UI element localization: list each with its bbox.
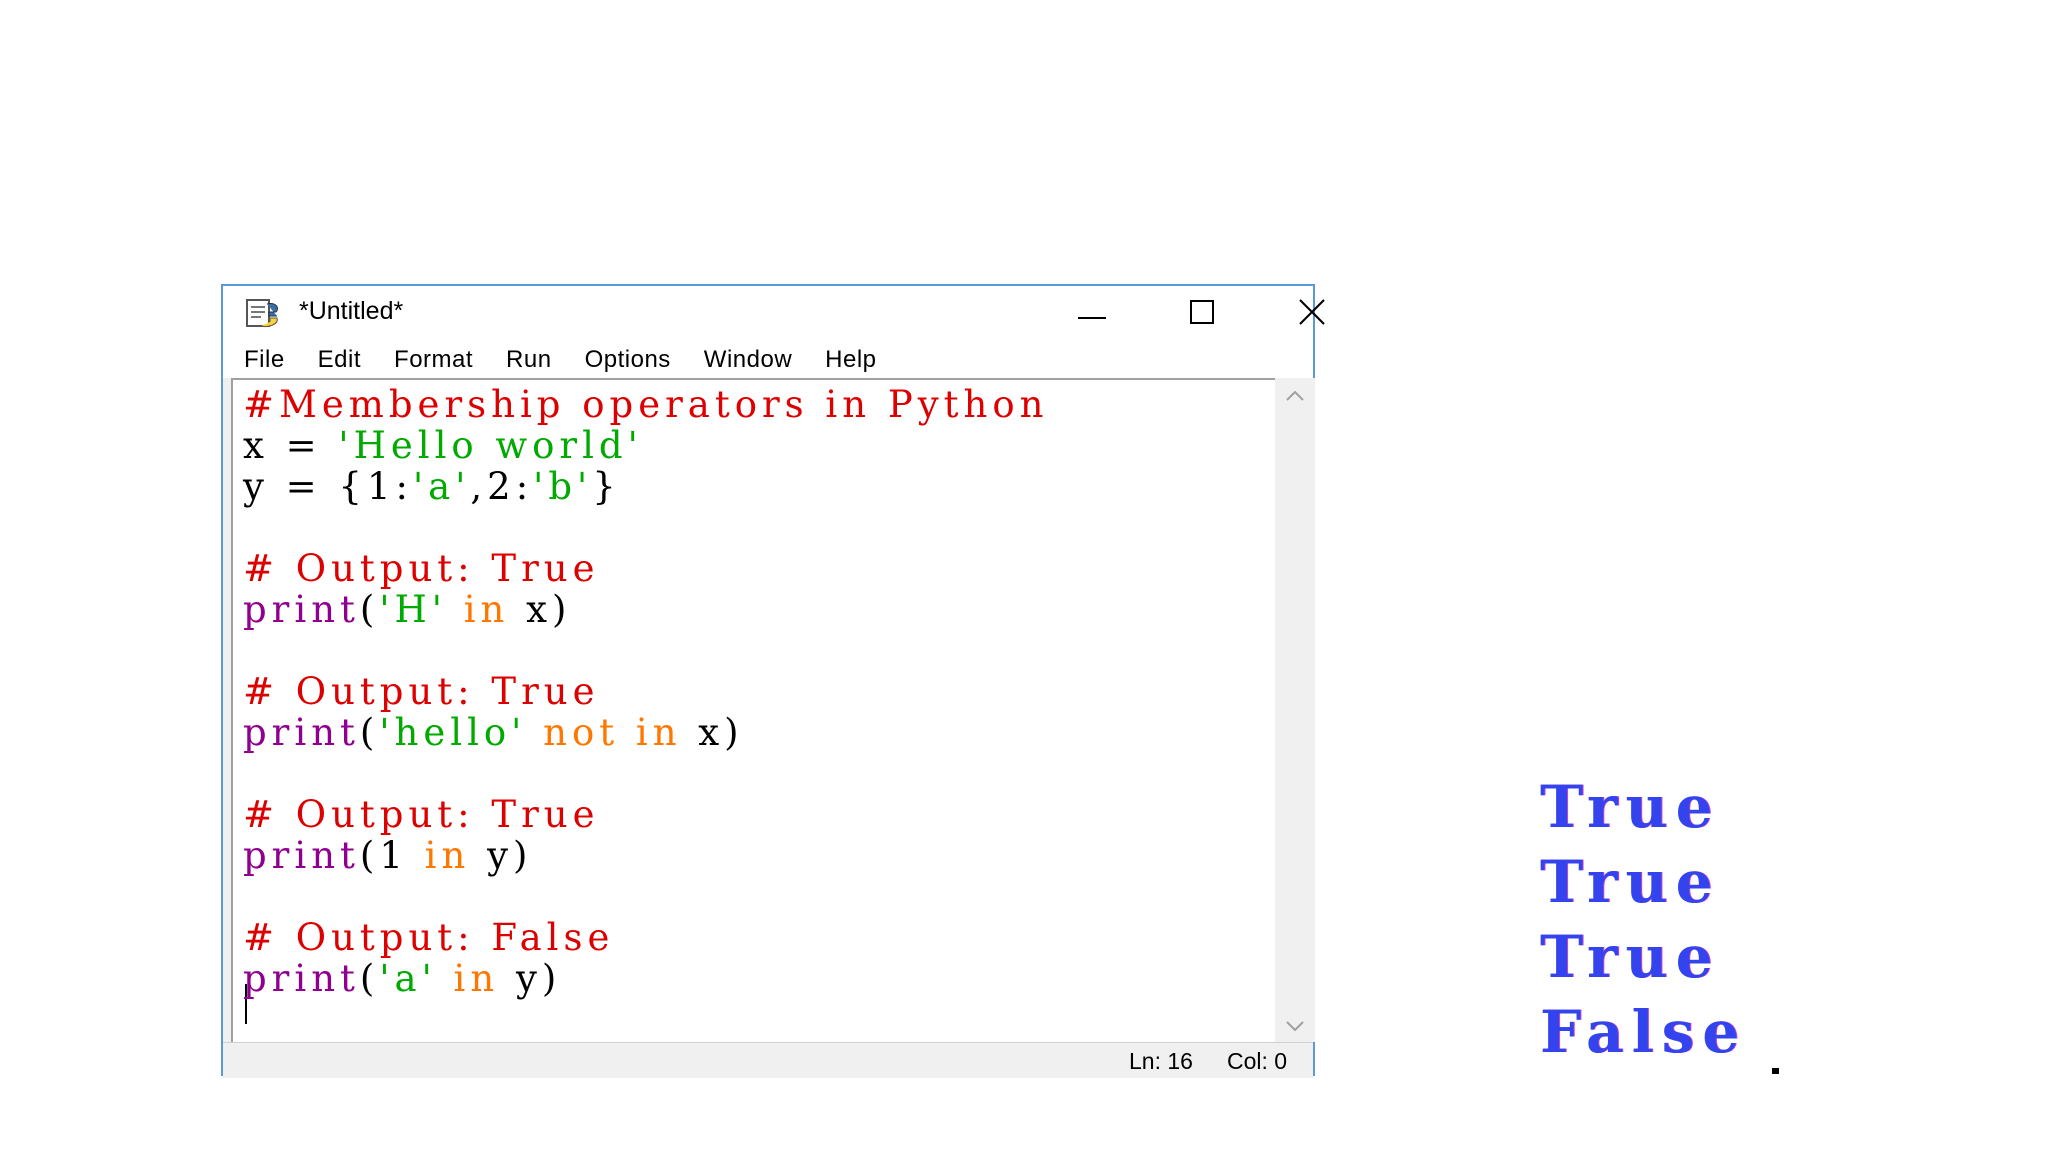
output-line: True: [1540, 923, 1721, 991]
window-title: *Untitled*: [299, 297, 404, 325]
title-bar[interactable]: *Untitled*: [223, 286, 1325, 342]
code-token-string: 'b': [533, 465, 593, 508]
code-line: # Output: True: [243, 671, 600, 712]
output-line: True: [1540, 848, 1721, 916]
close-button[interactable]: [1257, 286, 1367, 342]
code-line: # Output: True: [243, 794, 600, 835]
code-token-comment: #Membership operators in Python: [243, 383, 1049, 426]
code-token-keyword: not: [543, 711, 620, 754]
menu-run[interactable]: Run: [506, 346, 552, 374]
code-token-plain: y): [470, 834, 533, 877]
chevron-up-icon: [1286, 386, 1304, 405]
menu-file[interactable]: File: [244, 346, 285, 374]
close-icon: [1299, 299, 1325, 329]
maximize-button[interactable]: [1147, 286, 1257, 342]
idle-editor-window: *Untitled* File Edit Format Run Options: [221, 284, 1325, 1078]
column-number-status: Col: 0: [1227, 1048, 1288, 1074]
code-token-builtin: print: [243, 588, 360, 631]
code-line: # Output: False: [243, 917, 614, 958]
code-token-string: 'a': [412, 465, 471, 508]
scroll-down-button[interactable]: [1275, 1008, 1315, 1042]
menu-format[interactable]: Format: [394, 346, 473, 374]
minimize-button[interactable]: [1037, 286, 1147, 342]
menu-window[interactable]: Window: [704, 346, 792, 374]
maximize-icon: [1190, 300, 1214, 328]
code-token-string: 'a': [379, 957, 437, 1000]
menu-help[interactable]: Help: [825, 346, 876, 374]
code-token-comment: # Output: True: [243, 793, 600, 836]
code-token-keyword: in: [463, 588, 510, 631]
code-token-string: 'H': [379, 588, 447, 631]
code-token-plain: x =: [243, 424, 339, 467]
status-bar: Ln: 16 Col: 0: [223, 1042, 1313, 1078]
menu-bar: File Edit Format Run Options Window Help: [223, 342, 1313, 378]
code-line: print('a' in y): [243, 958, 561, 999]
idle-python-file-icon: [243, 296, 283, 330]
code-token-plain: x): [509, 588, 572, 631]
scroll-up-button[interactable]: [1275, 378, 1315, 412]
code-line: y = {1:'a',2:'b'}: [243, 466, 621, 507]
shell-cursor-mark: [1772, 1068, 1779, 1074]
code-token-keyword: in: [424, 834, 471, 877]
output-line: False: [1540, 998, 1748, 1066]
code-line: print(1 in y): [243, 835, 532, 876]
code-token-builtin: print: [243, 834, 360, 877]
code-token-string: 'Hello world': [338, 424, 643, 467]
code-token-plain: x): [681, 711, 744, 754]
code-token-comment: # Output: True: [243, 670, 600, 713]
code-token-plain: (1: [359, 834, 425, 877]
code-line: # Output: True: [243, 548, 600, 589]
code-token-plain: (: [359, 588, 380, 631]
code-token-plain: y = {1:: [243, 465, 413, 508]
code-line: print('H' in x): [243, 589, 571, 630]
menu-edit[interactable]: Edit: [318, 346, 361, 374]
code-token-builtin: print: [243, 957, 360, 1000]
code-token-plain: ,2:: [470, 465, 534, 508]
code-line: x = 'Hello world': [243, 425, 643, 466]
line-number-status: Ln: 16: [1129, 1048, 1193, 1074]
code-token-plain: (: [359, 957, 380, 1000]
program-output: True True True False: [1540, 770, 1747, 1070]
vertical-scrollbar[interactable]: [1275, 378, 1315, 1042]
code-line: #Membership operators in Python: [243, 384, 1048, 425]
code-token-plain: (: [359, 711, 380, 754]
code-editor[interactable]: #Membership operators in Python x = 'Hell…: [231, 378, 1275, 1042]
code-token-keyword: in: [453, 957, 500, 1000]
code-line: print('hello' not in x): [243, 712, 744, 753]
menu-options[interactable]: Options: [585, 346, 671, 374]
code-token-plain: }: [592, 465, 621, 508]
code-token-builtin: print: [243, 711, 360, 754]
code-token-plain: y): [499, 957, 562, 1000]
code-token-comment: # Output: False: [243, 916, 615, 959]
minimize-icon: [1078, 305, 1106, 324]
output-line: True: [1540, 773, 1721, 841]
code-token-string: 'hello': [379, 711, 527, 754]
chevron-down-icon: [1286, 1016, 1304, 1035]
code-token-comment: # Output: True: [243, 547, 600, 590]
code-token-keyword: in: [635, 711, 682, 754]
